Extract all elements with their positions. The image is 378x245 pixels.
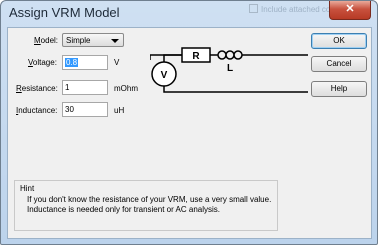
vrm-circuit-diagram: R L V <box>150 47 308 93</box>
source-top-connection <box>163 54 182 62</box>
model-select[interactable]: Simple <box>62 33 124 47</box>
background-checkbox-icon <box>249 4 258 13</box>
inductance-input[interactable]: 30 <box>62 102 108 117</box>
dialog-window: Assign VRM Model Include attached cor ✕ … <box>0 0 378 245</box>
dialog-body: Model: Simple Voltage: 0.8 V Resistance:… <box>7 27 372 239</box>
source-label: V <box>161 70 168 81</box>
hint-title: Hint <box>20 184 35 193</box>
voltage-input[interactable]: 0.8 <box>62 55 108 70</box>
inductor-coil-2 <box>225 50 235 60</box>
inductor-coil-3 <box>233 50 243 60</box>
window-title: Assign VRM Model <box>9 5 120 20</box>
cancel-button[interactable]: Cancel <box>311 56 367 72</box>
hint-text: If you don't know the resistance of your… <box>27 195 272 214</box>
hint-box: Hint If you don't know the resistance of… <box>14 180 278 231</box>
inductor-label: L <box>227 63 233 74</box>
close-button[interactable]: ✕ <box>329 1 371 20</box>
inductor-coil-1 <box>217 50 227 60</box>
resistor-label: R <box>192 51 200 62</box>
chevron-down-icon <box>111 39 119 43</box>
voltage-unit: V <box>114 58 120 67</box>
model-label: Model: <box>34 36 59 45</box>
title-bar[interactable]: Assign VRM Model Include attached cor ✕ <box>1 1 377 27</box>
ok-button[interactable]: OK <box>311 33 367 49</box>
resistance-unit: mOhm <box>114 84 138 93</box>
background-window-text: Include attached cor <box>249 4 333 14</box>
voltage-label: Voltage: <box>28 58 57 67</box>
inductance-unit: uH <box>114 106 125 115</box>
resistance-label: Resistance: <box>16 84 58 93</box>
help-button[interactable]: Help <box>311 81 367 97</box>
bottom-wire <box>163 86 308 93</box>
resistance-input[interactable]: 1 <box>62 80 108 95</box>
inductance-label: Inductance: <box>16 106 58 115</box>
